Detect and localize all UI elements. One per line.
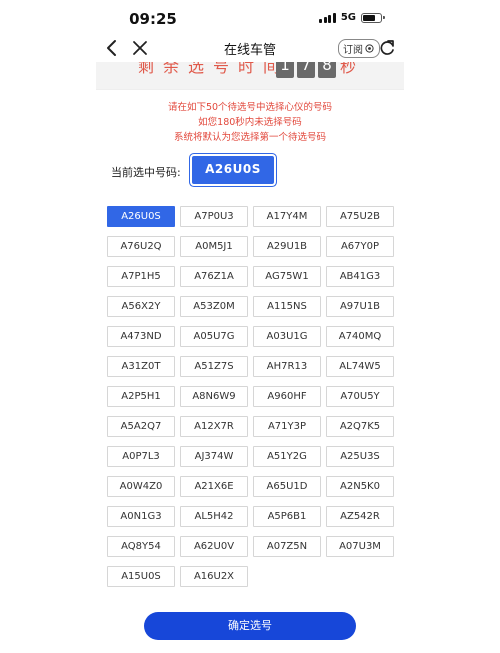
current-plate-label: 当前选中号码: <box>111 166 181 179</box>
countdown-banner: 剩余选号时间 1 7 8 秒 <box>96 62 404 90</box>
countdown-digits: 1 7 8 <box>276 62 336 78</box>
plate-option[interactable]: A8N6W9 <box>180 386 248 407</box>
plate-selection-card: 剩余选号时间 1 7 8 秒 请在如下50个待选号中选择心仪的号码 如您180秒… <box>96 62 404 653</box>
countdown-digit: 7 <box>297 62 315 78</box>
plate-option[interactable]: A5P6B1 <box>253 506 321 527</box>
plate-option[interactable]: A67Y0P <box>326 236 394 257</box>
plate-option[interactable]: A21X6E <box>180 476 248 497</box>
chevron-left-icon <box>107 40 116 56</box>
plate-option[interactable]: AQ8Y54 <box>107 536 175 557</box>
plate-option[interactable]: A7P1H5 <box>107 266 175 287</box>
notice-line: 请在如下50个待选号中选择心仪的号码 <box>167 102 333 113</box>
plate-option[interactable]: A12X7R <box>180 416 248 437</box>
close-icon <box>133 41 147 55</box>
plate-option[interactable]: A960HF <box>253 386 321 407</box>
plate-option[interactable]: A76U2Q <box>107 236 175 257</box>
plate-option[interactable]: A115NS <box>253 296 321 317</box>
radio-icon <box>365 44 374 53</box>
battery-icon <box>361 12 385 23</box>
subscribe-label: 订阅 <box>343 45 363 56</box>
plate-option[interactable]: A2N5K0 <box>326 476 394 497</box>
plate-option[interactable]: A56X2Y <box>107 296 175 317</box>
plate-option[interactable]: A70U5Y <box>326 386 394 407</box>
countdown-unit: 秒 <box>340 62 357 76</box>
back-button[interactable] <box>102 37 122 59</box>
plate-option[interactable]: AZ542R <box>326 506 394 527</box>
confirm-button[interactable]: 确定选号 <box>144 612 356 640</box>
plate-option[interactable]: A0W4Z0 <box>107 476 175 497</box>
countdown-label: 剩余选号时间 <box>138 62 289 76</box>
plate-grid: A26U0S A7P0U3 A17Y4M A75U2B A76U2Q A0M5J1 A29U… <box>107 206 396 587</box>
plate-option[interactable]: A53Z0M <box>180 296 248 317</box>
plate-option[interactable]: AB41G3 <box>326 266 394 287</box>
plate-option[interactable]: A31Z0T <box>107 356 175 377</box>
plate-option[interactable]: A16U2X <box>180 566 248 587</box>
plate-option[interactable]: A76Z1A <box>180 266 248 287</box>
plate-option[interactable]: A07Z5N <box>253 536 321 557</box>
plate-option[interactable]: A0P7L3 <box>107 446 175 467</box>
status-time: 09:25 <box>129 10 177 28</box>
plate-option[interactable]: A473ND <box>107 326 175 347</box>
signal-icon <box>319 12 336 23</box>
plate-option[interactable]: A51Y2G <box>253 446 321 467</box>
plate-option[interactable]: A740MQ <box>326 326 394 347</box>
status-bar: 09:25 5G <box>0 0 500 36</box>
plate-option[interactable]: A62U0V <box>180 536 248 557</box>
close-button[interactable] <box>130 37 150 59</box>
plate-option[interactable]: A51Z7S <box>180 356 248 377</box>
plate-option[interactable]: A0M5J1 <box>180 236 248 257</box>
plate-option[interactable]: A65U1D <box>253 476 321 497</box>
plate-option[interactable]: A2Q7K5 <box>326 416 394 437</box>
selection-notice: 请在如下50个待选号中选择心仪的号码 如您180秒内未选择号码 系统将默认为您选… <box>96 100 404 145</box>
nav-bar: 在线车管 订阅 <box>96 36 404 62</box>
plate-option[interactable]: AG75W1 <box>253 266 321 287</box>
refresh-icon <box>380 40 394 55</box>
plate-option[interactable]: A17Y4M <box>253 206 321 227</box>
plate-option[interactable]: A75U2B <box>326 206 394 227</box>
network-type: 5G <box>340 12 356 23</box>
notice-line: 如您180秒内未选择号码 <box>198 117 302 128</box>
plate-option[interactable]: A97U1B <box>326 296 394 317</box>
plate-option[interactable]: A15U0S <box>107 566 175 587</box>
plate-option[interactable]: A25U3S <box>326 446 394 467</box>
plate-option[interactable]: AJ374W <box>180 446 248 467</box>
plate-option[interactable]: A26U0S <box>107 206 175 227</box>
notice-line: 系统将默认为您选择第一个待选号码 <box>173 132 326 143</box>
plate-option[interactable]: AH7R13 <box>253 356 321 377</box>
countdown-digit: 8 <box>318 62 336 78</box>
plate-option[interactable]: A7P0U3 <box>180 206 248 227</box>
status-indicators: 5G <box>319 12 385 23</box>
plate-option[interactable]: A07U3M <box>326 536 394 557</box>
plate-option[interactable]: A03U1G <box>253 326 321 347</box>
plate-option[interactable]: A05U7G <box>180 326 248 347</box>
countdown-digit: 1 <box>276 62 294 78</box>
plate-option[interactable]: A2P5H1 <box>107 386 175 407</box>
plate-option[interactable]: A29U1B <box>253 236 321 257</box>
plate-option[interactable]: A0N1G3 <box>107 506 175 527</box>
current-plate: A26U0S <box>192 156 274 184</box>
refresh-button[interactable] <box>377 37 397 59</box>
plate-option[interactable]: A71Y3P <box>253 416 321 437</box>
plate-option[interactable]: AL5H42 <box>180 506 248 527</box>
plate-option[interactable]: AL74W5 <box>326 356 394 377</box>
subscribe-button[interactable]: 订阅 <box>338 39 380 58</box>
plate-option[interactable]: A5A2Q7 <box>107 416 175 437</box>
